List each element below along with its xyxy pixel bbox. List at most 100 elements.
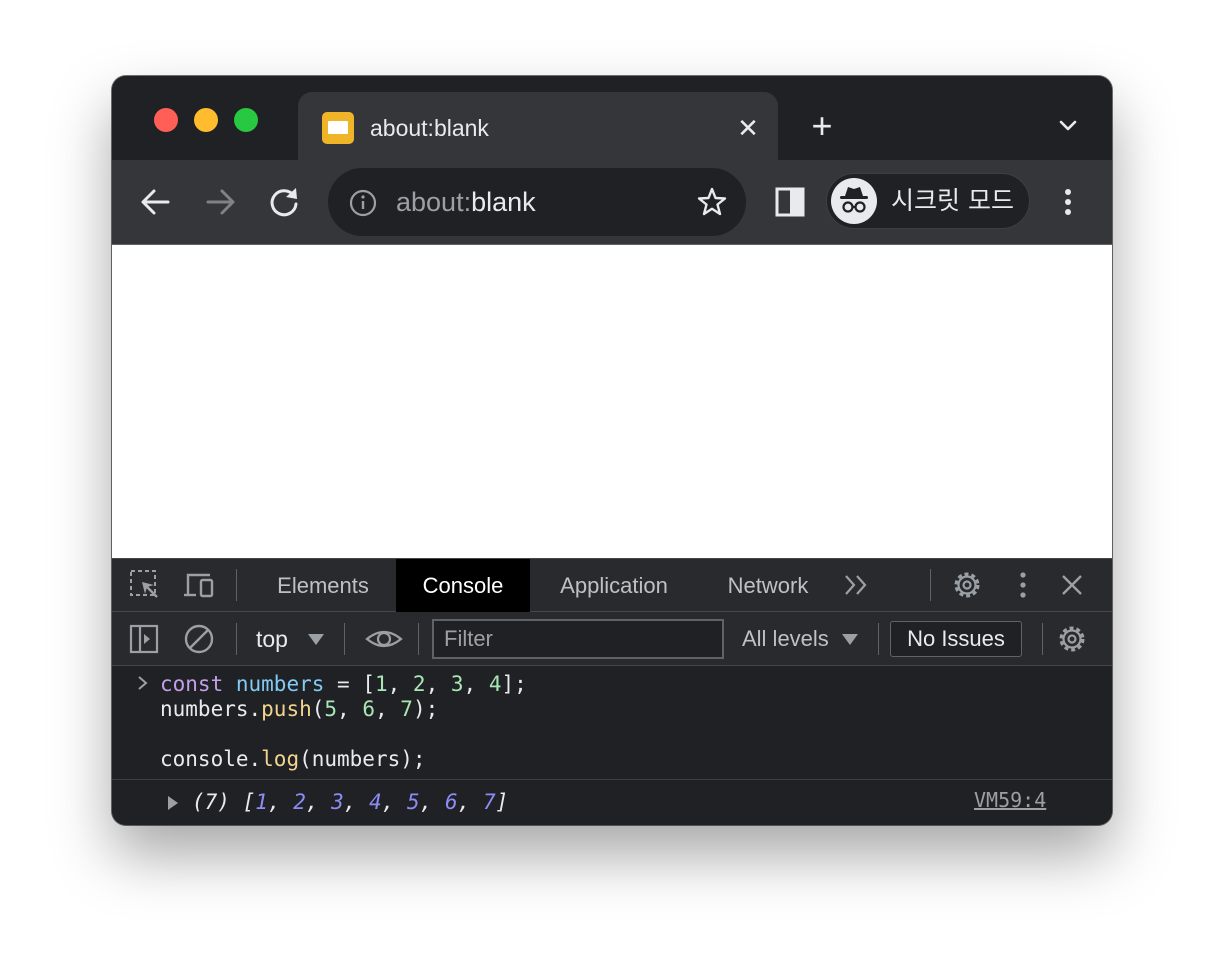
title-bar: about:blank ✕ +	[112, 76, 1112, 160]
code-token: ,	[387, 672, 413, 696]
toolbar-divider	[878, 623, 879, 655]
code-token: 1	[374, 672, 388, 696]
star-icon[interactable]	[696, 186, 728, 218]
forward-button[interactable]	[200, 182, 240, 222]
context-dropdown-icon[interactable]	[308, 634, 324, 645]
array-value: 3	[331, 790, 344, 814]
devtools-menu-icon[interactable]	[1006, 568, 1040, 602]
toolbar-divider	[418, 623, 419, 655]
code-line: console.log(numbers);	[160, 747, 426, 772]
url-text[interactable]: about:blank	[396, 186, 536, 218]
sidebar-toggle-icon[interactable]	[128, 622, 162, 656]
filter-input[interactable]	[432, 619, 724, 659]
new-tab-button[interactable]: +	[802, 108, 842, 144]
code-token: );	[412, 697, 439, 721]
issues-button[interactable]: No Issues	[890, 621, 1022, 657]
settings-gear-icon[interactable]	[950, 568, 984, 602]
device-toolbar-icon[interactable]	[182, 568, 216, 602]
inspect-element-icon[interactable]	[128, 568, 162, 602]
code-token: 5	[324, 697, 338, 721]
page-viewport[interactable]	[112, 245, 1112, 558]
reload-icon	[270, 188, 298, 217]
browser-toolbar: about:blank 시크릿 모드	[112, 160, 1112, 244]
reload-button[interactable]	[264, 182, 304, 222]
tab-title: about:blank	[370, 115, 489, 141]
side-panel-icon[interactable]	[774, 182, 806, 222]
browser-window: about:blank ✕ + about:blank 시크릿 모드 Eleme…	[112, 76, 1112, 825]
chevron-down-icon	[1059, 120, 1077, 131]
tab-search-button[interactable]	[1052, 110, 1084, 142]
array-value: 7	[482, 790, 496, 814]
tab-bar-divider	[236, 569, 237, 601]
code-token: numbers.	[160, 697, 262, 721]
close-devtools-icon[interactable]	[1055, 568, 1089, 602]
back-arrow-icon	[141, 189, 170, 215]
code-token: ];	[501, 672, 527, 696]
code-token: ,	[425, 672, 451, 696]
close-window-button[interactable]	[154, 108, 178, 132]
array-value: 4	[369, 790, 382, 814]
minimize-window-button[interactable]	[194, 108, 218, 132]
prompt-chevron-icon	[138, 676, 148, 690]
code-token: 2	[412, 672, 426, 696]
more-menu-icon[interactable]	[1056, 182, 1080, 222]
toolbar-divider	[344, 623, 345, 655]
devtools-tab-bar: Elements Console Application Network	[112, 558, 1112, 612]
code-token: ,	[463, 672, 489, 696]
tab-network[interactable]: Network	[708, 559, 828, 612]
array-value: 2	[293, 790, 306, 814]
code-token: (numbers);	[299, 747, 426, 771]
expand-array-icon[interactable]	[168, 796, 178, 810]
array-length: (7)	[192, 790, 230, 814]
url-host: blank	[471, 187, 536, 217]
levels-dropdown-icon[interactable]	[842, 634, 858, 645]
code-token: push	[261, 697, 312, 721]
code-token: 7	[400, 697, 413, 721]
toolbar-divider	[236, 623, 237, 655]
zoom-window-button[interactable]	[234, 108, 258, 132]
context-selector[interactable]: top	[256, 623, 288, 655]
tab-elements[interactable]: Elements	[256, 559, 390, 612]
address-bar[interactable]: about:blank	[328, 168, 746, 236]
code-token: 4	[488, 672, 502, 696]
source-link[interactable]: VM59:4	[974, 788, 1046, 813]
back-button[interactable]	[136, 182, 176, 222]
array-value: 6	[445, 790, 458, 814]
console-toolbar: top All levels No Issues	[112, 612, 1112, 666]
browser-tab[interactable]: about:blank ✕	[298, 92, 778, 160]
tab-console[interactable]: Console	[396, 559, 530, 612]
devtools-panel: Elements Console Application Network top…	[112, 558, 1112, 825]
logged-array[interactable]: (7) [1, 2, 3, 4, 5, 6, 7]	[192, 790, 508, 815]
code-line: const numbers = [1, 2, 3, 4];	[160, 672, 527, 697]
console-settings-gear-icon[interactable]	[1055, 622, 1089, 656]
code-token: ,	[337, 697, 363, 721]
code-token: numbers	[235, 672, 325, 696]
forward-arrow-icon	[206, 189, 235, 215]
page-favicon-icon	[322, 112, 354, 144]
code-line: numbers.push(5, 6, 7);	[160, 697, 438, 722]
code-token: = [	[324, 672, 375, 696]
clear-console-icon[interactable]	[182, 622, 216, 656]
console-output[interactable]: const numbers = [1, 2, 3, 4]; numbers.pus…	[112, 666, 1112, 825]
live-expression-eye-icon[interactable]	[364, 622, 404, 656]
more-tabs-icon[interactable]	[840, 568, 874, 602]
tab-close-button[interactable]: ✕	[732, 112, 764, 144]
code-token: 6	[362, 697, 375, 721]
url-scheme: about:	[396, 187, 472, 217]
info-icon[interactable]	[348, 188, 378, 218]
code-token: (	[311, 697, 325, 721]
incognito-profile-button[interactable]: 시크릿 모드	[826, 173, 1030, 229]
code-token: log	[261, 747, 300, 771]
incognito-icon	[831, 178, 877, 224]
code-token: const	[160, 672, 224, 696]
log-levels-dropdown[interactable]: All levels	[742, 623, 829, 655]
tab-application[interactable]: Application	[536, 559, 692, 612]
console-log-row[interactable]: (7) [1, 2, 3, 4, 5, 6, 7] VM59:4	[112, 780, 1112, 825]
code-token: ,	[375, 697, 401, 721]
toolbar-divider	[1042, 623, 1043, 655]
array-value: 5	[407, 790, 420, 814]
code-token: console.	[160, 747, 262, 771]
incognito-label: 시크릿 모드	[891, 186, 1014, 215]
array-value: 1	[255, 790, 268, 814]
